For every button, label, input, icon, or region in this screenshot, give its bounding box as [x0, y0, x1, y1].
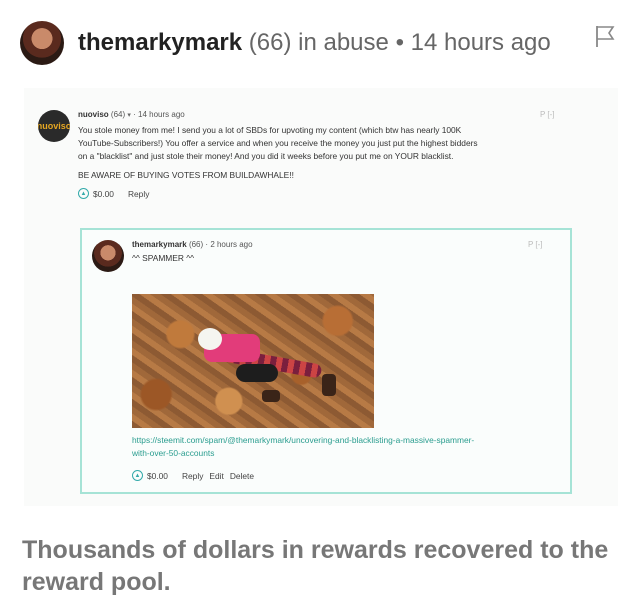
upvote-icon[interactable]: ▲	[78, 188, 89, 199]
parent-meta: nuoviso (64) ▾ · 14 hours ago	[78, 110, 578, 122]
reply-avatar[interactable]	[92, 240, 124, 272]
photo-child-boot	[322, 374, 336, 396]
post-time: 14 hours ago	[410, 29, 551, 56]
photo-child-boot	[262, 390, 280, 402]
reply-link-line[interactable]: with-over-50-accounts	[132, 447, 562, 460]
headline: Thousands of dollars in rewards recovere…	[22, 536, 609, 596]
author-avatar[interactable]	[20, 21, 64, 65]
reply-meta: themarkymark (66) · 2 hours ago	[132, 240, 253, 249]
reply-body: ^^ SPAMMER ^^	[132, 253, 195, 263]
parent-comment: nuoviso nuoviso (64) ▾ · 14 hours ago Yo…	[38, 110, 578, 199]
reply-actions: ▲ $0.00 Reply Edit Delete	[132, 470, 254, 481]
parent-actions: ▲ $0.00 Reply	[78, 188, 578, 199]
reply-delete-link[interactable]: Delete	[230, 471, 254, 481]
parent-avatar[interactable]: nuoviso	[38, 110, 70, 142]
reply-edit-link[interactable]: Edit	[209, 471, 223, 481]
parent-avatar-text: nuoviso	[38, 121, 70, 131]
post-header: themarkymark (66) in abuse • 14 hours ag…	[20, 20, 620, 66]
reply-controls[interactable]: P [-]	[528, 240, 543, 249]
reply-link-line[interactable]: https://steemit.com/spam/@themarkymark/u…	[132, 434, 562, 447]
parent-body: You stole money from me! I send you a lo…	[78, 124, 578, 182]
parent-body-line: on a "blacklist" and just stole their mo…	[78, 151, 454, 161]
parent-vote[interactable]: ▲ $0.00	[78, 188, 114, 199]
reply-reply-link[interactable]: Reply	[182, 471, 203, 481]
reply-reputation: (66)	[188, 240, 204, 249]
parent-reputation: (64)	[110, 110, 126, 119]
flag-icon[interactable]	[594, 24, 616, 48]
upvote-icon[interactable]: ▲	[132, 470, 143, 481]
reply-time: 2 hours ago	[210, 240, 253, 249]
parent-reply-link[interactable]: Reply	[128, 189, 149, 199]
parent-time: 14 hours ago	[138, 110, 185, 119]
reply-payout: $0.00	[147, 470, 168, 481]
child-on-leaves-photo[interactable]	[132, 294, 374, 428]
parent-author[interactable]: nuoviso	[78, 110, 109, 119]
embedded-comment-screenshot: nuoviso nuoviso (64) ▾ · 14 hours ago Yo…	[24, 88, 618, 506]
parent-separator: ·	[133, 110, 136, 119]
reply-link[interactable]: https://steemit.com/spam/@themarkymark/u…	[132, 434, 562, 460]
reply-comment: themarkymark (66) · 2 hours ago ^^ SPAMM…	[80, 228, 572, 494]
post-category[interactable]: in abuse	[298, 29, 389, 56]
reply-separator: ·	[205, 240, 209, 249]
meta-separator: •	[395, 29, 404, 56]
parent-warning: BE AWARE OF BUYING VOTES FROM BUILDAWHAL…	[78, 170, 294, 180]
reply-author[interactable]: themarkymark	[132, 240, 187, 249]
photo-child-hat	[198, 328, 222, 350]
parent-body-line: You stole money from me! I send you a lo…	[78, 125, 462, 135]
post-meta: themarkymark (66) in abuse • 14 hours ag…	[78, 29, 551, 57]
photo-child-pants	[236, 364, 278, 382]
author-reputation: (66)	[248, 29, 292, 56]
author-name[interactable]: themarkymark	[78, 29, 242, 56]
reply-vote[interactable]: ▲ $0.00	[132, 470, 168, 481]
parent-payout: $0.00	[93, 188, 114, 199]
parent-controls[interactable]: P [-]	[540, 110, 555, 119]
parent-body-line: YouTube-Subscribers!) You offer a servic…	[78, 138, 478, 148]
chevron-down-icon[interactable]: ▾	[127, 112, 131, 119]
